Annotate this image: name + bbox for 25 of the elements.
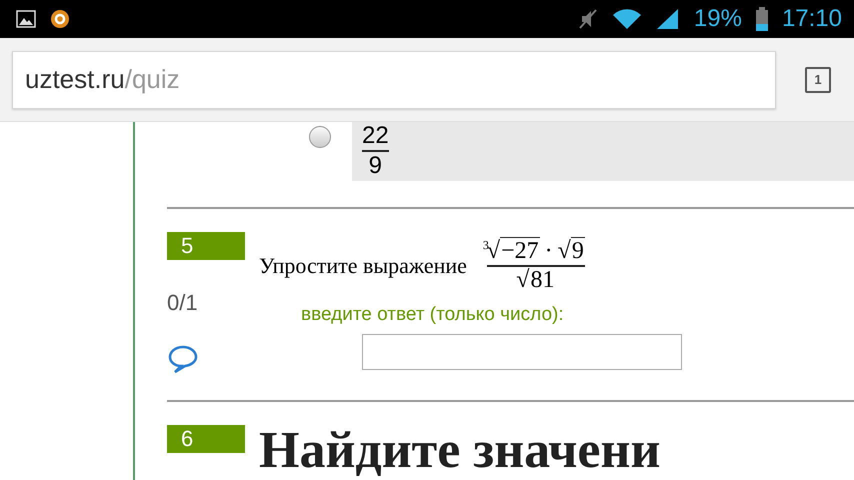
root-term: √81 (516, 267, 556, 294)
denominator: 9 (368, 152, 382, 180)
image-icon (16, 10, 36, 28)
signal-icon (656, 8, 680, 30)
comment-icon[interactable] (168, 344, 198, 374)
wifi-icon (612, 8, 642, 30)
muted-icon (578, 8, 598, 30)
answer-label: введите ответ (только число): (301, 304, 565, 326)
battery-icon (756, 7, 768, 31)
numerator: 22 (362, 122, 389, 150)
address-bar[interactable]: uztest.ru/quiz (12, 50, 776, 108)
root-term: √9 (558, 238, 585, 265)
clock: 17:10 (782, 5, 842, 33)
question-score: 0/1 (167, 290, 199, 316)
radio-button[interactable] (309, 126, 331, 148)
question-number: 6 (167, 425, 245, 453)
answer-option[interactable]: 22 9 (352, 122, 854, 181)
answer-field[interactable] (362, 334, 682, 370)
operator: · (544, 238, 554, 265)
battery-percent: 19% (694, 5, 742, 33)
question-number: 5 (167, 232, 245, 260)
question-text: Найдите значени (259, 421, 662, 480)
tabs-button[interactable]: 1 (805, 66, 831, 92)
question-text: Упростите выражение (259, 253, 467, 279)
ring-icon (50, 9, 70, 29)
